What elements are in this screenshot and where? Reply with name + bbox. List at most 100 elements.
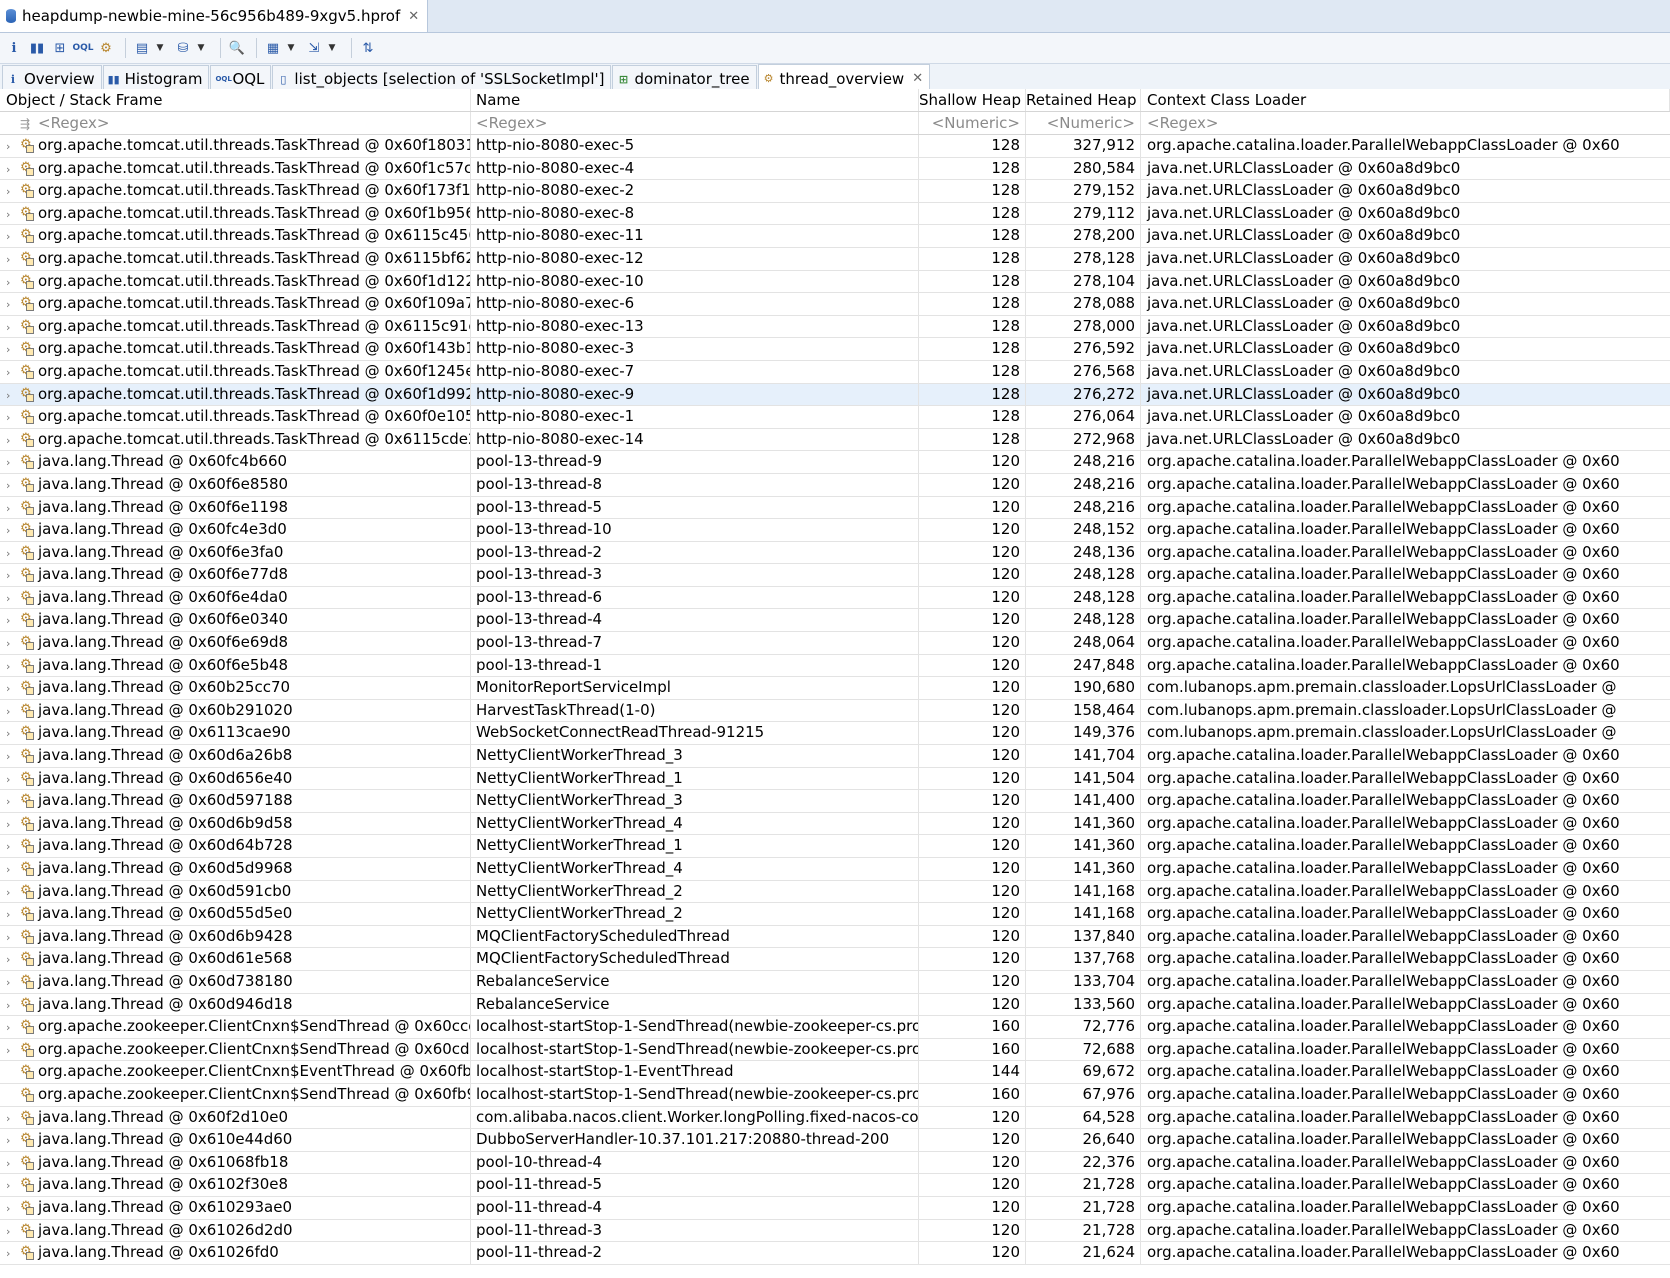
expand-arrow-icon[interactable]: › <box>6 498 20 519</box>
expand-arrow-icon[interactable]: › <box>6 407 20 428</box>
table-row[interactable]: › org.apache.tomcat.util.threads.TaskThre… <box>0 135 1670 158</box>
table-row[interactable]: › java.lang.Thread @ 0x60d591cb0 NettyClie… <box>0 880 1670 904</box>
table-row[interactable]: › org.apache.tomcat.util.threads.TaskThre… <box>0 180 1670 203</box>
table-row[interactable]: › java.lang.Thread @ 0x60f6e69d8 pool-13-t… <box>0 632 1670 655</box>
table-row[interactable]: › java.lang.Thread @ 0x60d64b728 NettyClie… <box>0 835 1670 858</box>
expand-arrow-icon[interactable]: › <box>6 272 20 293</box>
expand-arrow-icon[interactable]: › <box>6 995 20 1016</box>
table-row[interactable]: org.apache.zookeeper.ClientCnxn$SendThre… <box>0 1083 1670 1107</box>
table-row[interactable]: org.apache.zookeeper.ClientCnxn$EventThr… <box>0 1061 1670 1084</box>
expand-arrow-icon[interactable]: › <box>6 859 20 880</box>
expand-arrow-icon[interactable]: › <box>6 791 20 812</box>
column-header-object[interactable]: Object / Stack Frame <box>0 89 471 111</box>
table-row[interactable]: › java.lang.Thread @ 0x6113cae90 WebSocket… <box>0 722 1670 746</box>
tab-overview[interactable]: i Overview <box>2 65 102 92</box>
expand-arrow-icon[interactable]: › <box>6 1221 20 1242</box>
table-row[interactable]: › org.apache.tomcat.util.threads.TaskThre… <box>0 338 1670 361</box>
expand-arrow-icon[interactable]: › <box>6 882 20 903</box>
expand-arrow-icon[interactable]: › <box>6 452 20 473</box>
table-row[interactable]: › java.lang.Thread @ 0x60f2d10e0 com.aliba… <box>0 1106 1670 1130</box>
expand-arrow-icon[interactable]: › <box>6 610 20 631</box>
thread-overview-icon[interactable]: ⚙ <box>96 38 116 58</box>
expand-arrow-icon[interactable]: › <box>6 678 20 699</box>
table-row[interactable]: › java.lang.Thread @ 0x60d61e568 MQClientF… <box>0 948 1670 971</box>
table-row[interactable]: › org.apache.tomcat.util.threads.TaskThre… <box>0 270 1670 294</box>
expand-arrow-icon[interactable]: › <box>6 1108 20 1129</box>
expand-arrow-icon[interactable]: › <box>6 904 20 925</box>
editor-tab-heapdump[interactable]: heapdump-newbie-mine-56c956b489-9xgv5.hp… <box>0 0 429 32</box>
expand-arrow-icon[interactable]: › <box>6 1198 20 1219</box>
calculator-icon[interactable]: ▦ <box>263 38 283 58</box>
table-row[interactable]: › org.apache.zookeeper.ClientCnxn$SendThr… <box>0 1038 1670 1062</box>
expand-arrow-icon[interactable]: › <box>6 385 20 406</box>
expand-arrow-icon[interactable]: › <box>6 1017 20 1038</box>
expand-arrow-icon[interactable]: › <box>6 1243 20 1264</box>
table-row[interactable]: › java.lang.Thread @ 0x60d6a26b8 NettyClie… <box>0 745 1670 768</box>
table-row[interactable]: › java.lang.Thread @ 0x60d6b9428 MQClientF… <box>0 925 1670 949</box>
expand-arrow-icon[interactable]: › <box>6 836 20 857</box>
table-row[interactable]: › org.apache.tomcat.util.threads.TaskThre… <box>0 315 1670 339</box>
query-browser-icon[interactable]: ⛁ <box>173 38 193 58</box>
filter-name[interactable]: <Regex> <box>471 112 919 134</box>
column-header-shallow-heap[interactable]: Shallow Heap <box>919 89 1026 111</box>
export-icon[interactable]: ⇲ <box>304 38 324 58</box>
expand-arrow-icon[interactable]: › <box>6 475 20 496</box>
filter-retained-heap[interactable]: <Numeric> <box>1026 112 1141 134</box>
table-row[interactable]: › org.apache.tomcat.util.threads.TaskThre… <box>0 406 1670 429</box>
table-row[interactable]: › java.lang.Thread @ 0x60f6e8580 pool-13-t… <box>0 473 1670 497</box>
expand-arrow-icon[interactable]: › <box>6 1153 20 1174</box>
expand-arrow-icon[interactable]: › <box>6 520 20 541</box>
expand-arrow-icon[interactable]: › <box>6 362 20 383</box>
table-row[interactable]: › java.lang.Thread @ 0x60fc4b660 pool-13-t… <box>0 451 1670 474</box>
table-row[interactable]: › org.apache.tomcat.util.threads.TaskThre… <box>0 247 1670 271</box>
expand-arrow-icon[interactable]: › <box>6 656 20 677</box>
table-row[interactable]: › java.lang.Thread @ 0x61068fb18 pool-10-t… <box>0 1151 1670 1175</box>
table-row[interactable]: › java.lang.Thread @ 0x60fc4e3d0 pool-13-t… <box>0 519 1670 542</box>
chevron-down-icon[interactable]: ▼ <box>155 38 165 58</box>
expand-arrow-icon[interactable]: › <box>6 633 20 654</box>
tab-histogram[interactable]: ▮▮ Histogram <box>102 65 210 92</box>
table-row[interactable]: › java.lang.Thread @ 0x60d6b9d58 NettyClie… <box>0 812 1670 836</box>
expand-arrow-icon[interactable]: › <box>6 317 20 338</box>
table-row[interactable]: › java.lang.Thread @ 0x610e44d60 DubboServ… <box>0 1129 1670 1152</box>
table-row[interactable]: › java.lang.Thread @ 0x60b291020 HarvestTa… <box>0 699 1670 723</box>
expand-arrow-icon[interactable]: › <box>6 972 20 993</box>
table-row[interactable]: › java.lang.Thread @ 0x60f6e5b48 pool-13-t… <box>0 654 1670 678</box>
expand-arrow-icon[interactable]: › <box>6 949 20 970</box>
oql-icon[interactable]: OQL <box>72 38 93 58</box>
histogram-icon[interactable]: ▮▮ <box>27 38 47 58</box>
table-row[interactable]: › java.lang.Thread @ 0x61026fd0 pool-11-th… <box>0 1242 1670 1265</box>
expand-arrow-icon[interactable]: › <box>6 927 20 948</box>
table-row[interactable]: › java.lang.Thread @ 0x60f6e0340 pool-13-t… <box>0 609 1670 633</box>
tab-oql[interactable]: OQL OQL <box>210 65 272 92</box>
expand-arrow-icon[interactable]: › <box>6 1040 20 1061</box>
expand-arrow-icon[interactable]: › <box>6 1130 20 1151</box>
chevron-down-icon[interactable]: ▼ <box>327 38 337 58</box>
table-row[interactable]: › java.lang.Thread @ 0x60d656e40 NettyClie… <box>0 767 1670 791</box>
expand-arrow-icon[interactable]: › <box>6 769 20 790</box>
table-row[interactable]: › java.lang.Thread @ 0x60d5d9968 NettyClie… <box>0 858 1670 881</box>
tab-dominator-tree[interactable]: ⊞ dominator_tree <box>612 65 757 92</box>
expand-arrow-icon[interactable]: › <box>6 565 20 586</box>
expand-arrow-icon[interactable]: › <box>6 746 20 767</box>
column-header-name[interactable]: Name <box>471 89 919 111</box>
table-row[interactable]: › java.lang.Thread @ 0x610293ae0 pool-11-t… <box>0 1196 1670 1220</box>
run-report-icon[interactable]: ▤ <box>132 38 152 58</box>
chevron-down-icon[interactable]: ▼ <box>286 38 296 58</box>
table-row[interactable]: › java.lang.Thread @ 0x60f6e3fa0 pool-13-t… <box>0 541 1670 565</box>
dominator-tree-icon[interactable]: ⊞ <box>50 38 70 58</box>
table-row[interactable]: › org.apache.tomcat.util.threads.TaskThre… <box>0 157 1670 181</box>
expand-arrow-icon[interactable]: › <box>6 723 20 744</box>
info-icon[interactable]: i <box>4 38 24 58</box>
filter-object[interactable]: ⇶ <Regex> <box>0 112 471 134</box>
tab-list-objects[interactable]: ▯ list_objects [selection of 'SSLSocketI… <box>272 65 612 92</box>
compare-icon[interactable]: ⇅ <box>358 38 378 58</box>
filter-shallow-heap[interactable]: <Numeric> <box>919 112 1026 134</box>
table-row[interactable]: › java.lang.Thread @ 0x60b25cc70 MonitorRe… <box>0 677 1670 700</box>
table-row[interactable]: › java.lang.Thread @ 0x60d55d5e0 NettyClie… <box>0 903 1670 926</box>
table-row[interactable]: › org.apache.tomcat.util.threads.TaskThre… <box>0 428 1670 452</box>
table-row[interactable]: › org.apache.tomcat.util.threads.TaskThre… <box>0 360 1670 384</box>
table-row[interactable]: › org.apache.zookeeper.ClientCnxn$SendThr… <box>0 1016 1670 1039</box>
filter-context-class-loader[interactable]: <Regex> <box>1141 112 1670 134</box>
expand-arrow-icon[interactable]: › <box>6 814 20 835</box>
